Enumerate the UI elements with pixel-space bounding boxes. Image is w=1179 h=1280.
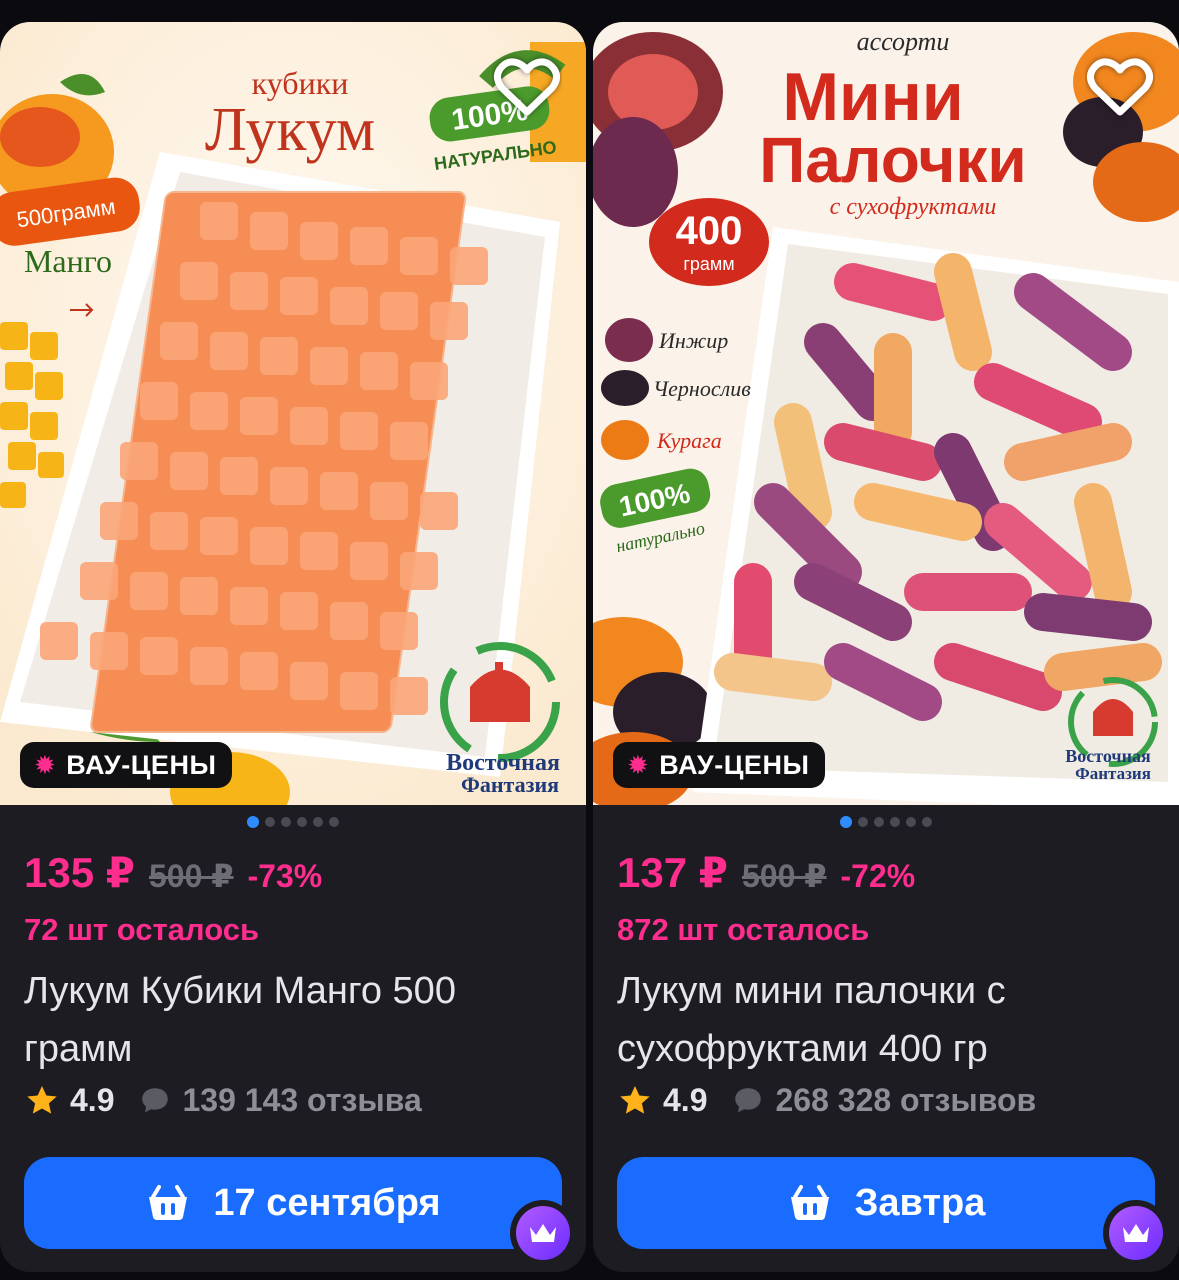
image-flavor-label: Манго bbox=[24, 243, 112, 279]
image-weight-value: 400 bbox=[676, 209, 743, 253]
basket-icon bbox=[149, 1185, 188, 1220]
old-price: 500 ₽ bbox=[148, 858, 234, 894]
star-icon bbox=[27, 1085, 57, 1114]
add-to-cart-button[interactable]: 17 сентября bbox=[24, 1157, 562, 1249]
product-image[interactable]: ассорти Мини Палочки с сухофруктами 400 … bbox=[593, 22, 1179, 805]
star-icon bbox=[620, 1085, 650, 1114]
product-card[interactable]: ассорти Мини Палочки с сухофруктами 400 … bbox=[593, 22, 1179, 1272]
rating-value: 4.9 bbox=[70, 1082, 115, 1118]
gallery-pagination bbox=[0, 816, 586, 828]
current-price: 135 ₽ bbox=[24, 849, 135, 896]
image-brand-line1: Восточная bbox=[1065, 746, 1151, 766]
gallery-dot bbox=[281, 817, 291, 827]
image-headline-small: ассорти bbox=[857, 27, 950, 56]
product-title[interactable]: Лукум мини палочки с сухофруктами 400 гр bbox=[617, 962, 1155, 1078]
current-price: 137 ₽ bbox=[617, 849, 728, 896]
image-headline-big2: Палочки bbox=[759, 124, 1026, 196]
product-photo-lukum-cubes: кубики Лукум 100% НАТУРАЛЬНО 500грамм Ма… bbox=[0, 22, 586, 805]
delivery-date: Завтра bbox=[854, 1181, 986, 1224]
gallery-dot-active bbox=[247, 816, 259, 828]
image-fruit3: Курага bbox=[656, 428, 722, 453]
discount-percent: -73% bbox=[247, 858, 323, 894]
gallery-dot-active bbox=[840, 816, 852, 828]
product-title[interactable]: Лукум Кубики Манго 500 грамм bbox=[24, 962, 562, 1078]
image-fruit2: Чернослив bbox=[653, 376, 751, 401]
crown-icon bbox=[530, 1224, 556, 1242]
image-weight-unit: грамм bbox=[683, 254, 734, 274]
basket-icon bbox=[790, 1185, 829, 1220]
product-image[interactable]: кубики Лукум 100% НАТУРАЛЬНО 500грамм Ма… bbox=[0, 22, 586, 805]
reviews-count[interactable]: 139 143 отзыва bbox=[182, 1082, 421, 1119]
comment-bubble-icon bbox=[142, 1087, 169, 1112]
promo-badge-label: ВАУ-ЦЕНЫ bbox=[66, 749, 217, 780]
gallery-pagination bbox=[593, 816, 1179, 828]
image-subline: с сухофруктами bbox=[830, 194, 997, 220]
club-crown-badge[interactable] bbox=[510, 1200, 576, 1266]
crown-icon bbox=[1123, 1224, 1149, 1242]
spark-icon: ✹ bbox=[34, 750, 57, 780]
gallery-dot bbox=[313, 817, 323, 827]
gallery-dot bbox=[922, 817, 932, 827]
rating-value: 4.9 bbox=[663, 1082, 708, 1118]
price-row: 137 ₽ 500 ₽ -72% bbox=[617, 848, 915, 897]
gallery-dot bbox=[858, 817, 868, 827]
price-row: 135 ₽ 500 ₽ -73% bbox=[24, 848, 322, 897]
gallery-dot bbox=[890, 817, 900, 827]
rating-row: 4.9 139 143 отзыва bbox=[24, 1082, 422, 1119]
rating-row: 4.9 268 328 отзывов bbox=[617, 1082, 1036, 1119]
old-price: 500 ₽ bbox=[741, 858, 827, 894]
comment-bubble-icon bbox=[735, 1087, 762, 1112]
reviews-count[interactable]: 268 328 отзывов bbox=[775, 1082, 1036, 1119]
gallery-dot bbox=[874, 817, 884, 827]
promo-badge: ✹ ВАУ-ЦЕНЫ bbox=[613, 742, 826, 788]
spark-icon: ✹ bbox=[627, 750, 650, 780]
promo-badge-label: ВАУ-ЦЕНЫ bbox=[659, 749, 810, 780]
promo-badge: ✹ ВАУ-ЦЕНЫ bbox=[20, 742, 233, 788]
club-crown-badge[interactable] bbox=[1103, 1200, 1169, 1266]
add-to-cart-button[interactable]: Завтра bbox=[617, 1157, 1155, 1249]
product-photo-lukum-sticks: ассорти Мини Палочки с сухофруктами 400 … bbox=[593, 22, 1179, 805]
gallery-dot bbox=[265, 817, 275, 827]
image-brand-line2: Фантазия bbox=[461, 772, 559, 797]
image-brand-line2: Фантазия bbox=[1075, 764, 1151, 783]
gallery-dot bbox=[906, 817, 916, 827]
product-card[interactable]: кубики Лукум 100% НАТУРАЛЬНО 500грамм Ма… bbox=[0, 22, 586, 1272]
discount-percent: -72% bbox=[840, 858, 916, 894]
stock-remaining: 72 шт осталось bbox=[24, 912, 260, 947]
image-headline-big: Лукум bbox=[205, 96, 375, 164]
delivery-date: 17 сентября bbox=[213, 1181, 441, 1224]
image-fruit1: Инжир bbox=[658, 328, 728, 353]
gallery-dot bbox=[297, 817, 307, 827]
favorite-heart-icon[interactable] bbox=[492, 52, 562, 122]
favorite-heart-icon[interactable] bbox=[1085, 52, 1155, 122]
stock-remaining: 872 шт осталось bbox=[617, 912, 870, 947]
gallery-dot bbox=[329, 817, 339, 827]
